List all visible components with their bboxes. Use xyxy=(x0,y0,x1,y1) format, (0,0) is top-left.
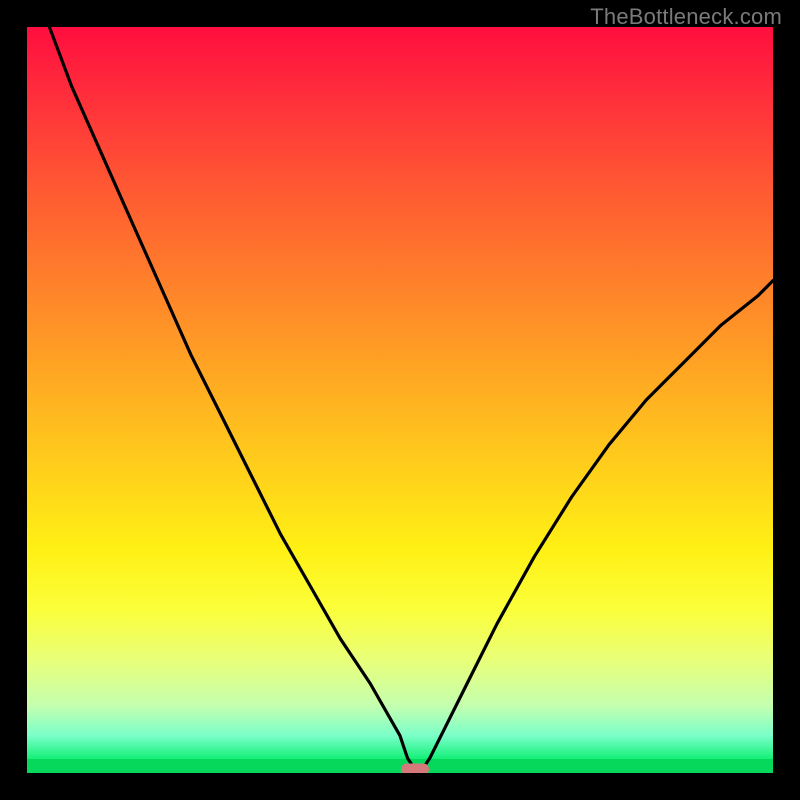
bottleneck-curve xyxy=(27,27,773,773)
chart-frame: { "watermark": "TheBottleneck.com", "cha… xyxy=(0,0,800,800)
watermark-text: TheBottleneck.com xyxy=(590,4,782,30)
optimal-marker xyxy=(401,764,429,773)
plot-area xyxy=(27,27,773,773)
